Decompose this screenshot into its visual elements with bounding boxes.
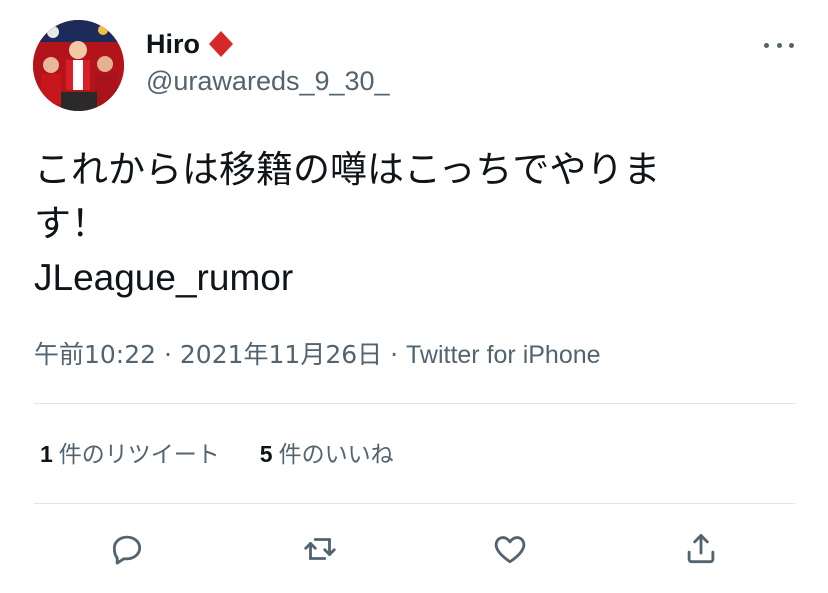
retweet-icon [304,538,336,560]
meta-separator: · [390,340,399,369]
reply-button[interactable] [105,527,149,571]
tweet-meta: 午前10:22 · 2021年11月26日 · Twitter for iPho… [34,335,601,371]
retweet-button[interactable] [298,527,342,571]
tweet-text-line2: JLeague_rumor [34,257,294,298]
like-button[interactable] [488,527,532,571]
tweet-time[interactable]: 午前10:22 [34,340,156,369]
red-diamond-icon [209,31,233,57]
reply-icon [112,535,142,565]
tweet-actions [0,527,828,571]
likes-label: 件のいいね [278,442,394,468]
tweet-text-line1: これからは移籍の噂はこっちでやりま [34,148,661,191]
likes-count: 5 [259,441,273,467]
retweets-label: 件のリツイート [58,442,220,468]
more-dot-icon [776,42,782,48]
divider [34,503,795,504]
share-icon [687,534,715,564]
retweets-count: 1 [40,441,53,467]
more-dot-icon [764,42,769,48]
tweet-stats: 1 件のリツイート 5 件のいいね [40,435,394,469]
divider [34,403,795,404]
tweet-text: これからは移籍の噂はこっちでやりま す！ JLeague_rumor [34,143,754,305]
author-display-name[interactable]: Hiro [146,29,200,60]
more-options-button[interactable] [764,30,794,60]
author-name-row[interactable]: Hiro [146,26,236,62]
avatar[interactable] [33,20,124,111]
share-button[interactable] [679,527,723,571]
tweet-source[interactable]: Twitter for iPhone [406,341,601,369]
meta-separator: · [164,340,172,369]
like-icon [494,536,526,564]
more-dot-icon [789,42,794,48]
likes-stat[interactable]: 5 件のいいね [260,435,394,469]
retweets-stat[interactable]: 1 件のリツイート [40,435,220,469]
avatar-photo [33,20,124,111]
tweet-date[interactable]: 2021年11月26日 [180,340,382,369]
author-handle[interactable]: @urawareds_9_30_ [146,66,390,97]
tweet-text-line1b: す！ [34,202,108,245]
